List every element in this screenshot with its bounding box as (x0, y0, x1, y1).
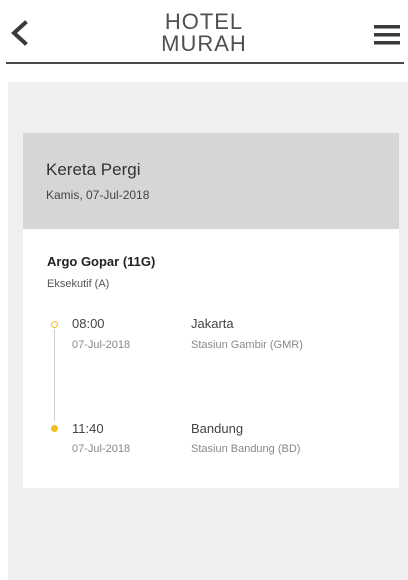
app-header: HOTEL MURAH (0, 0, 408, 66)
app-logo[interactable]: HOTEL MURAH (0, 11, 408, 55)
departure-time: 08:00 (72, 316, 105, 331)
arrival-time: 11:40 (72, 421, 104, 436)
train-name: Argo Gopar (11G) (47, 254, 156, 269)
trip-card-header: Kereta Pergi Kamis, 07-Jul-2018 (23, 133, 399, 229)
train-class: Eksekutif (A) (47, 278, 110, 290)
menu-button[interactable] (372, 22, 402, 48)
departure-dot-icon (51, 321, 58, 328)
logo-line-murah: MURAH (161, 31, 247, 56)
arrival-date: 07-Jul-2018 (72, 443, 131, 455)
header-divider (6, 62, 404, 64)
arrival-city: Bandung (191, 421, 244, 436)
departure-city: Jakarta (191, 316, 234, 331)
trip-date: Kamis, 07-Jul-2018 (46, 188, 150, 202)
departure-station: Stasiun Gambir (GMR) (191, 339, 303, 351)
logo-line-hotel: HOTEL (164, 9, 244, 34)
timeline-connector (54, 329, 55, 421)
arrival-station: Stasiun Bandung (BD) (191, 443, 301, 455)
departure-date: 07-Jul-2018 (72, 339, 131, 351)
trip-title: Kereta Pergi (46, 160, 141, 179)
hamburger-menu-icon (374, 25, 400, 45)
trip-card-body: Argo Gopar (11G) Eksekutif (A) 08:00 07-… (23, 229, 399, 488)
arrival-dot-icon (51, 425, 58, 432)
